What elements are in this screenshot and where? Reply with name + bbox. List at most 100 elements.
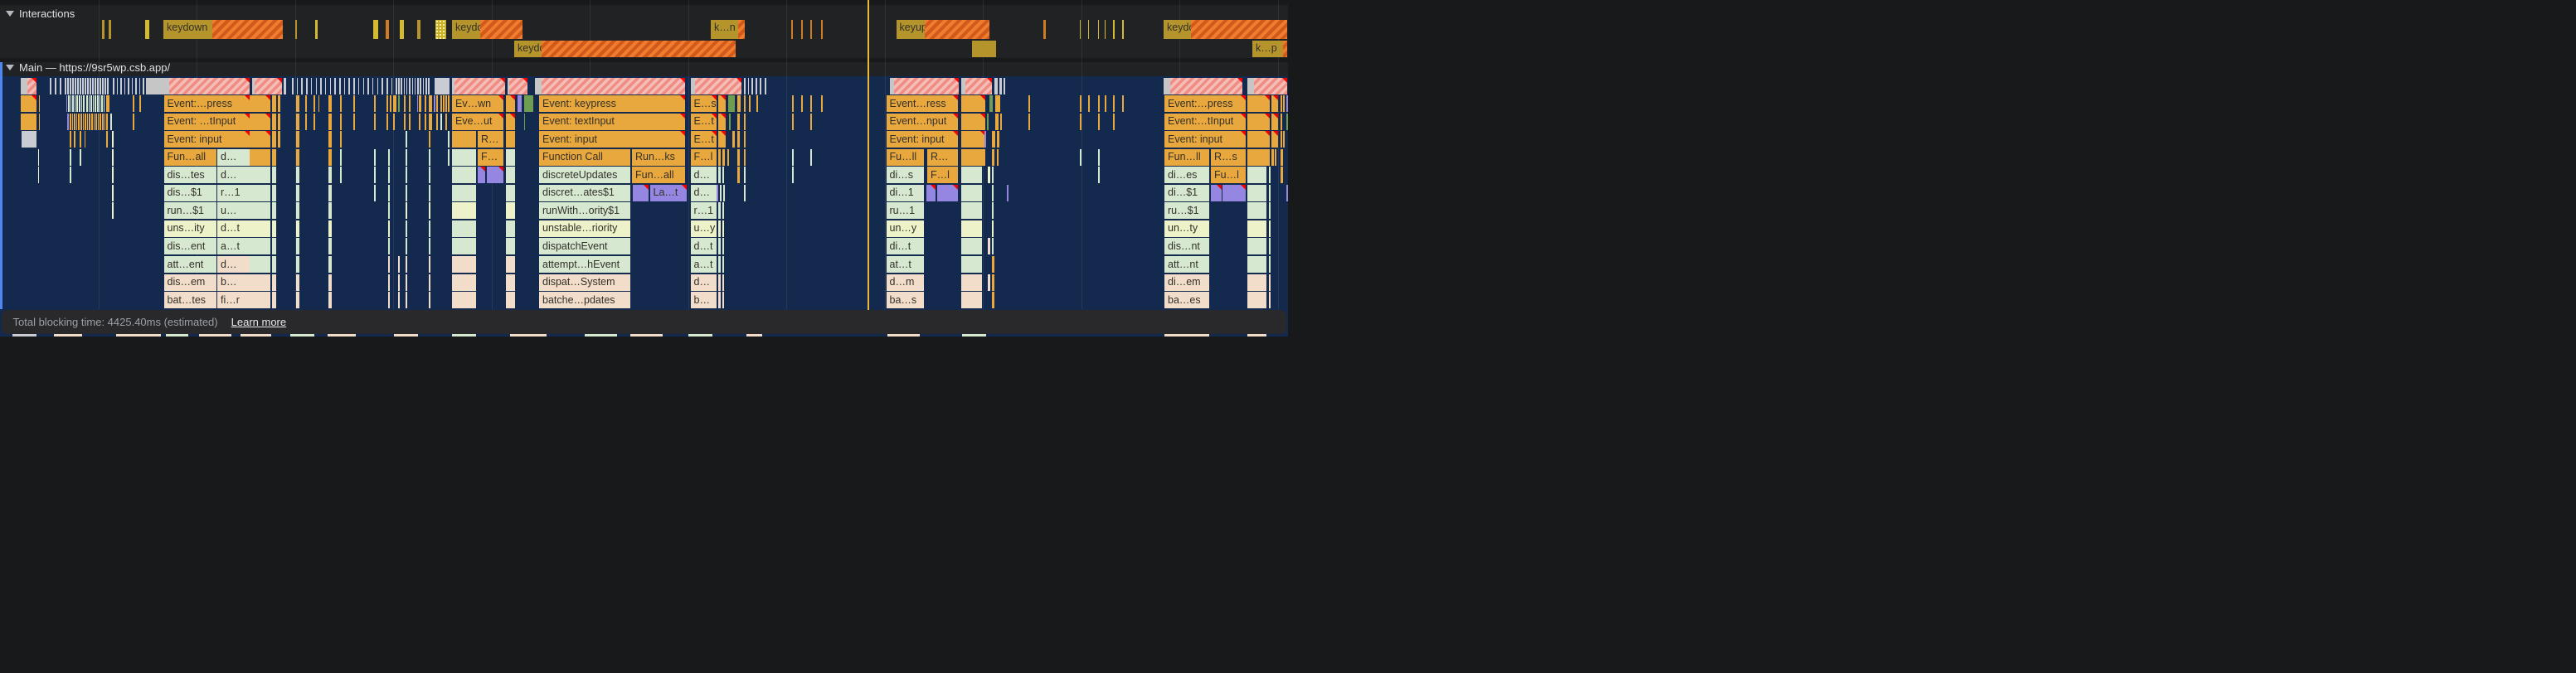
flame-bar[interactable] xyxy=(83,95,85,112)
flame-bar[interactable] xyxy=(66,95,68,112)
flame-bar[interactable] xyxy=(395,95,396,112)
task-bar[interactable]: Task xyxy=(252,78,283,94)
flame-bar[interactable] xyxy=(1286,95,1289,112)
flame-bar[interactable] xyxy=(92,78,94,94)
flame-bar[interactable] xyxy=(792,114,794,130)
flame-bar[interactable] xyxy=(1269,256,1271,273)
flame-bar[interactable] xyxy=(961,149,985,166)
flame-bar[interactable] xyxy=(718,202,721,219)
flame-bar[interactable] xyxy=(1247,220,1266,237)
flame-bar[interactable] xyxy=(112,185,114,201)
flame-bar[interactable] xyxy=(272,131,276,148)
flame-bar[interactable] xyxy=(984,131,986,148)
flame-bar[interactable]: di…1 xyxy=(887,185,925,201)
flame-bar[interactable]: Ev…wn xyxy=(452,95,503,112)
flame-bar[interactable] xyxy=(999,78,1002,94)
flame-bar[interactable] xyxy=(250,202,270,219)
flame-bar[interactable] xyxy=(961,220,983,237)
flame-bar[interactable] xyxy=(339,78,341,94)
flame-bar[interactable] xyxy=(961,131,985,148)
flame-bar[interactable] xyxy=(1247,292,1266,308)
flame-bar[interactable]: Fun…all xyxy=(632,167,685,183)
flame-bar[interactable] xyxy=(70,149,71,166)
flame-bar[interactable] xyxy=(39,114,41,130)
flame-bar[interactable] xyxy=(404,78,406,94)
flame-bar[interactable] xyxy=(452,274,476,291)
flame-bar[interactable] xyxy=(718,292,721,308)
interaction-bar[interactable] xyxy=(400,20,404,39)
flame-bar[interactable] xyxy=(133,95,134,112)
interaction-bar[interactable] xyxy=(102,20,104,39)
flame-bar[interactable]: ba…es xyxy=(1164,292,1209,308)
flame-bar[interactable] xyxy=(425,114,426,130)
flame-bar[interactable] xyxy=(272,167,276,183)
flame-bar[interactable] xyxy=(722,202,724,219)
interaction-bar[interactable] xyxy=(109,20,111,39)
playhead-marker[interactable] xyxy=(868,0,870,310)
flame-bar[interactable] xyxy=(296,131,299,148)
flame-bar[interactable] xyxy=(448,131,450,148)
flame-bar[interactable] xyxy=(328,167,332,183)
task-bar[interactable]: Task xyxy=(1247,78,1288,94)
flame-bar[interactable] xyxy=(86,95,88,112)
flame-bar[interactable] xyxy=(65,78,66,94)
flame-bar[interactable]: dis…$1 xyxy=(164,185,216,201)
flame-bar[interactable] xyxy=(70,131,71,148)
flame-bar[interactable] xyxy=(1286,185,1289,201)
flame-bar[interactable] xyxy=(388,185,390,201)
flame-bar[interactable] xyxy=(1080,95,1081,112)
flame-bar[interactable] xyxy=(524,95,533,112)
flame-bar[interactable] xyxy=(429,131,430,148)
flame-bar[interactable] xyxy=(429,274,430,291)
flame-bar[interactable] xyxy=(728,95,735,112)
flame-bar[interactable] xyxy=(250,292,270,308)
flame-bar[interactable] xyxy=(1281,95,1282,112)
flame-bar[interactable] xyxy=(55,78,56,94)
flame-bar[interactable] xyxy=(443,95,445,112)
flame-bar[interactable] xyxy=(445,114,447,130)
flame-bar[interactable] xyxy=(95,78,96,94)
task-bar[interactable]: Task xyxy=(961,78,992,94)
flame-bar[interactable] xyxy=(101,95,103,112)
flame-bar[interactable] xyxy=(328,220,332,237)
flame-bar[interactable] xyxy=(296,95,299,112)
flame-bar[interactable] xyxy=(89,114,90,130)
flame-bar[interactable] xyxy=(390,95,391,112)
flame-bar[interactable] xyxy=(737,114,740,130)
interaction-bar[interactable] xyxy=(373,20,378,39)
flame-bar[interactable] xyxy=(272,95,276,112)
task-bar[interactable]: Task xyxy=(890,78,959,94)
flame-bar[interactable] xyxy=(997,131,999,148)
flame-bar[interactable] xyxy=(106,114,108,130)
flame-bar[interactable] xyxy=(1269,185,1271,201)
flame-bar[interactable] xyxy=(74,131,75,148)
flame-bar[interactable] xyxy=(744,114,746,130)
flame-bar[interactable] xyxy=(406,78,408,94)
flame-bar[interactable] xyxy=(1247,95,1270,112)
flame-bar[interactable] xyxy=(994,78,998,94)
flame-bar[interactable]: fi…r xyxy=(217,292,250,308)
flame-bar[interactable]: ru…1 xyxy=(887,202,925,219)
flame-bar[interactable]: Fun…ll xyxy=(1164,149,1209,166)
flame-bar[interactable] xyxy=(992,167,994,183)
flame-bar[interactable]: u… xyxy=(217,202,250,219)
flame-bar[interactable] xyxy=(72,95,74,112)
flame-bar[interactable] xyxy=(429,167,430,183)
flame-bar[interactable] xyxy=(429,114,432,130)
flame-bar[interactable]: dis…nt xyxy=(1164,238,1209,254)
flame-bar[interactable] xyxy=(1275,149,1276,166)
flame-bar[interactable]: E…t xyxy=(691,114,717,130)
flame-bar[interactable]: r…1 xyxy=(691,202,717,219)
flame-bar[interactable]: un…y xyxy=(887,220,925,237)
flame-bar[interactable] xyxy=(328,292,332,308)
flame-bar[interactable] xyxy=(992,292,994,308)
flame-bar[interactable] xyxy=(436,95,438,112)
flame-bar[interactable] xyxy=(404,95,406,112)
flame-bar[interactable] xyxy=(340,149,342,166)
flame-bar[interactable] xyxy=(1247,274,1266,291)
flame-bar[interactable] xyxy=(93,95,95,112)
flame-bar[interactable] xyxy=(487,167,503,183)
flame-bar[interactable] xyxy=(1028,95,1030,112)
flame-bar[interactable] xyxy=(445,95,447,112)
flame-bar[interactable] xyxy=(74,114,75,130)
